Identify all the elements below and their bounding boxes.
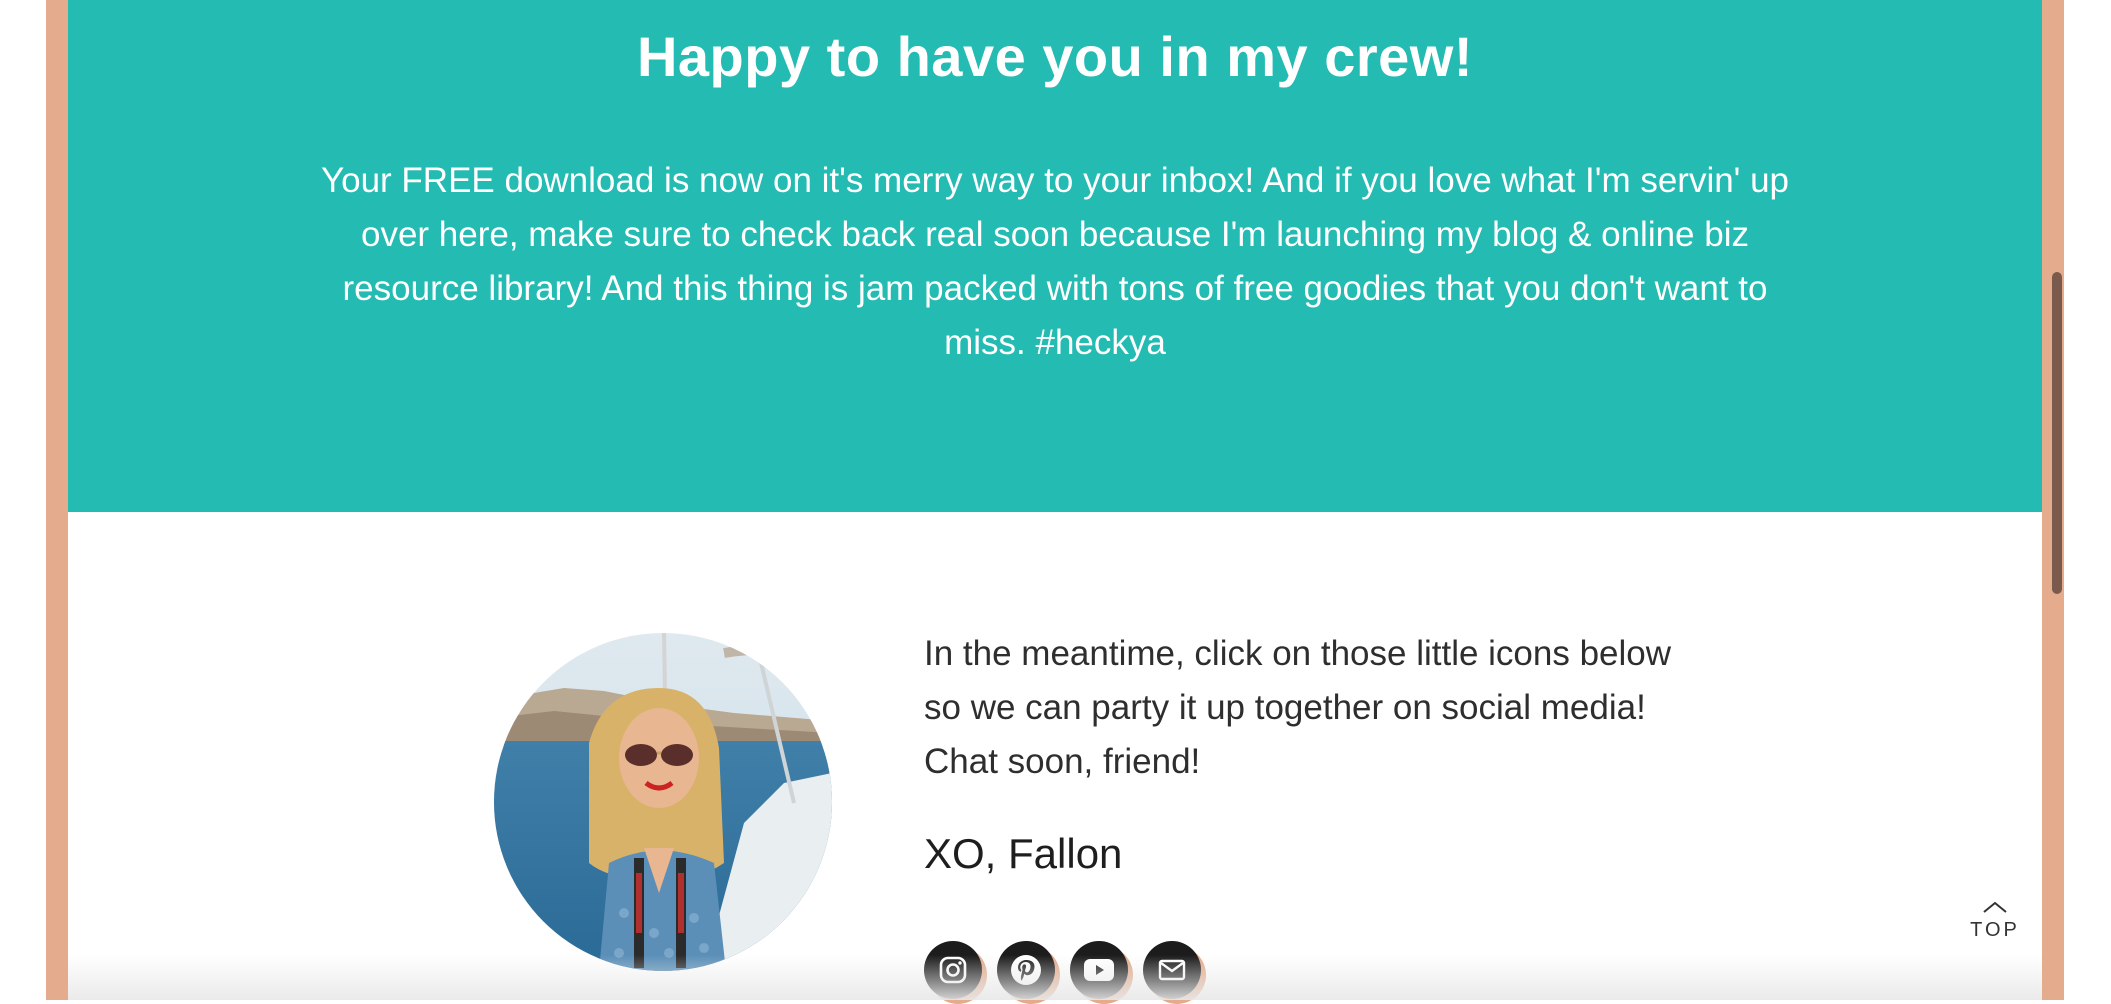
profile-photo [494, 633, 832, 971]
email-link[interactable] [1143, 941, 1206, 1004]
instagram-icon [924, 941, 982, 999]
pinterest-icon [997, 941, 1055, 999]
signoff-text: XO, Fallon [924, 830, 1123, 877]
scrollbar-track[interactable] [2064, 0, 2111, 1000]
email-icon [1143, 941, 1201, 999]
left-border-frame [46, 0, 68, 1000]
youtube-icon [1070, 941, 1128, 999]
banner-title: Happy to have you in my crew! [636, 25, 1474, 88]
youtube-link[interactable] [1070, 941, 1133, 1004]
social-links [924, 941, 1206, 1004]
back-to-top-button[interactable]: TOP [1960, 900, 2030, 942]
page-content: Happy to have you in my crew! Your FREE … [68, 0, 2042, 1004]
thank-you-banner: Happy to have you in my crew! Your FREE … [68, 0, 2042, 512]
back-to-top-label: TOP [1970, 919, 2020, 941]
pinterest-link[interactable] [997, 941, 1060, 1004]
banner-message: Your FREE download is now on it's merry … [320, 161, 1790, 362]
social-invite-text: In the meantime, click on those little i… [924, 634, 1672, 781]
scrollbar-thumb[interactable] [2052, 272, 2062, 594]
instagram-link[interactable] [924, 941, 987, 1004]
chevron-up-icon [1982, 901, 2008, 918]
